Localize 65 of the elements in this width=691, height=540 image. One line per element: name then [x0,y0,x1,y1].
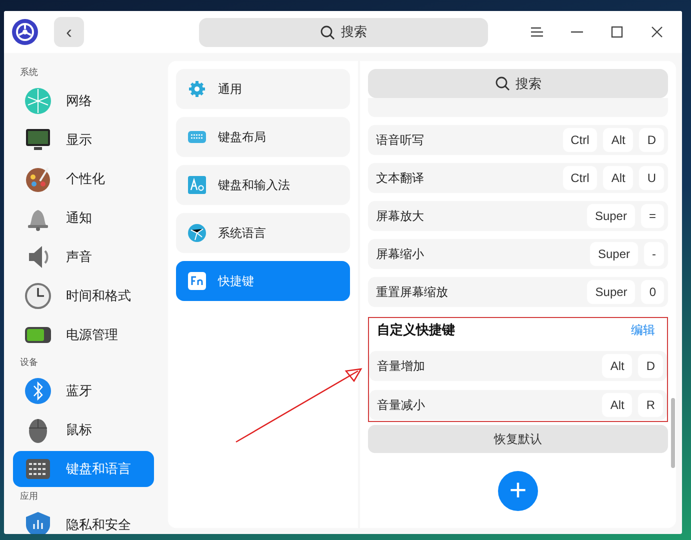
search-field[interactable]: 搜索 [368,69,668,98]
gear-logo-icon [12,19,38,45]
category-item[interactable]: 键盘和输入法 [176,165,350,205]
menu-icon [530,25,544,39]
key-cap: D [639,128,664,152]
key-cap: D [638,354,663,378]
close-icon [650,25,664,39]
section-heading: 系统 [20,66,39,79]
shortcut-row[interactable]: 屏幕放大 Super = [368,201,668,231]
sidebar-item[interactable]: 蓝牙 [13,373,154,409]
back-button[interactable]: ‹ [54,17,84,47]
key-cap: = [640,204,664,228]
maximize-icon [610,25,624,39]
key-cap: Alt [602,354,632,378]
scrollbar[interactable] [671,398,675,468]
sidebar-item[interactable]: 个性化 [13,161,154,197]
shortcut-row[interactable]: 音量减小 Alt R [369,390,667,420]
font-icon [188,176,206,194]
key-cap: Alt [602,393,632,417]
key-cap: Alt [603,128,634,152]
section-heading: 设备 [20,356,39,369]
sidebar-item[interactable]: 电源管理 [13,317,154,353]
palette-icon [24,165,52,193]
network-icon [24,87,52,115]
key-cap: - [644,242,664,266]
edit-link[interactable]: 编辑 [631,322,655,338]
gear-icon [188,80,206,98]
clock-icon [24,282,52,310]
sidebar-item[interactable]: 声音 [13,239,154,275]
key-cap: Super [590,242,638,266]
key-cap: Alt [603,166,634,190]
shortcut-row[interactable]: 文本翻译 Ctrl Alt U [368,163,668,193]
sidebar-item[interactable]: 键盘和语言 [13,451,154,487]
search-icon [320,24,335,40]
category-item[interactable]: 系统语言 [176,213,350,253]
search-field[interactable]: 搜索 [199,18,488,46]
shortcut-row[interactable]: 语音听写 Ctrl Alt D [368,125,668,155]
key-cap: Super [586,204,635,228]
section-heading: 自定义快捷键 [377,321,455,339]
sidebar-item[interactable]: 网络 [13,83,154,119]
globe-icon [188,224,206,242]
fn-key-icon [188,272,206,290]
bluetooth-icon [24,377,52,405]
category-item[interactable]: 通用 [176,69,350,109]
key-cap: Ctrl [562,128,598,152]
sidebar-item[interactable]: 隐私和安全 [13,507,154,534]
key-cap: R [638,393,663,417]
add-button[interactable]: + [498,471,538,511]
shortcut-row[interactable]: 音量增加 Alt D [369,351,667,381]
key-cap: Super [587,280,636,304]
restore-defaults-button[interactable]: 恢复默认 [368,425,668,453]
sidebar-item[interactable]: 鼠标 [13,412,154,448]
sidebar-item[interactable]: 时间和格式 [13,278,154,314]
keyboard-icon [188,128,206,146]
key-cap: U [639,166,664,190]
search-icon [494,76,510,91]
shortcut-row[interactable]: 屏幕缩小 Super - [368,239,668,269]
sidebar-item[interactable]: 通知 [13,200,154,236]
section-heading: 应用 [20,490,39,503]
shortcut-row[interactable]: 重置屏幕缩放 Super 0 [368,277,668,307]
key-cap: 0 [641,280,664,304]
category-item[interactable]: 键盘布局 [176,117,350,157]
sidebar-item[interactable]: 显示 [13,122,154,158]
key-cap: Ctrl [562,166,598,190]
category-item[interactable]: 快捷键 [176,261,350,301]
